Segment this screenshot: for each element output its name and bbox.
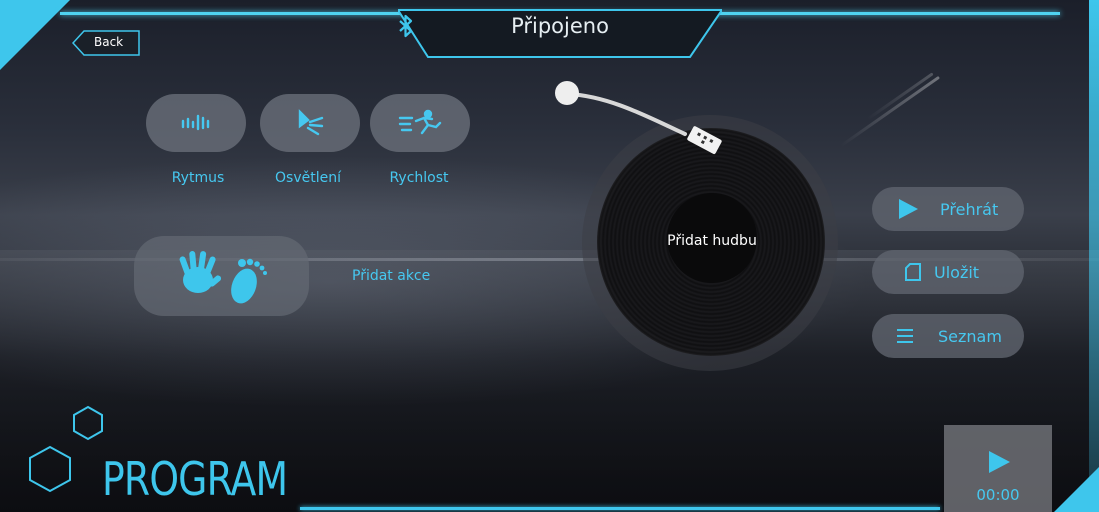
play-icon xyxy=(989,451,1010,473)
speed-label: Rychlost xyxy=(389,170,449,186)
list-button[interactable]: Seznam xyxy=(872,314,1024,358)
light-icon xyxy=(298,109,324,136)
timer-value: 00:00 xyxy=(976,486,1020,504)
tonearm-icon xyxy=(555,81,722,154)
hand-foot-icon xyxy=(179,251,267,304)
play-label: Přehrát xyxy=(940,199,999,219)
save-button[interactable]: Uložit xyxy=(872,250,1024,294)
back-label: Back xyxy=(94,35,124,49)
list-icon xyxy=(897,329,913,343)
speed-icon xyxy=(398,109,442,135)
rhythm-icon xyxy=(181,114,210,131)
timer-play-box[interactable]: 00:00 xyxy=(944,425,1052,512)
connection-status-tab: Připojeno xyxy=(398,0,722,58)
add-actions-label: Přidat akce xyxy=(352,268,431,284)
frame-right-edge xyxy=(1089,0,1099,512)
play-button[interactable]: Přehrát xyxy=(872,187,1024,231)
bluetooth-icon xyxy=(399,14,413,38)
meteor-streak xyxy=(866,72,934,121)
add-actions-button[interactable] xyxy=(134,236,309,316)
hexagon-logo-icon xyxy=(29,405,103,493)
add-music-label[interactable]: Přidat hudbu xyxy=(632,233,792,249)
program-title: PROGRAM xyxy=(102,452,288,506)
meteor-streak xyxy=(839,75,941,148)
speed-button[interactable] xyxy=(370,94,470,152)
frame-corner-top-left xyxy=(0,0,70,70)
rhythm-label: Rytmus xyxy=(171,170,225,186)
list-label: Seznam xyxy=(938,326,1002,346)
back-button[interactable]: Back xyxy=(72,30,140,56)
frame-corner-bottom-right xyxy=(1054,467,1099,512)
save-label: Uložit xyxy=(934,262,980,282)
frame-bottom-line xyxy=(300,507,940,510)
play-icon xyxy=(899,199,918,219)
connection-status-text: Připojeno xyxy=(511,14,609,38)
lighting-label: Osvětlení xyxy=(275,170,341,186)
lighting-button[interactable] xyxy=(260,94,360,152)
rhythm-button[interactable] xyxy=(146,94,246,152)
save-icon xyxy=(905,263,921,281)
